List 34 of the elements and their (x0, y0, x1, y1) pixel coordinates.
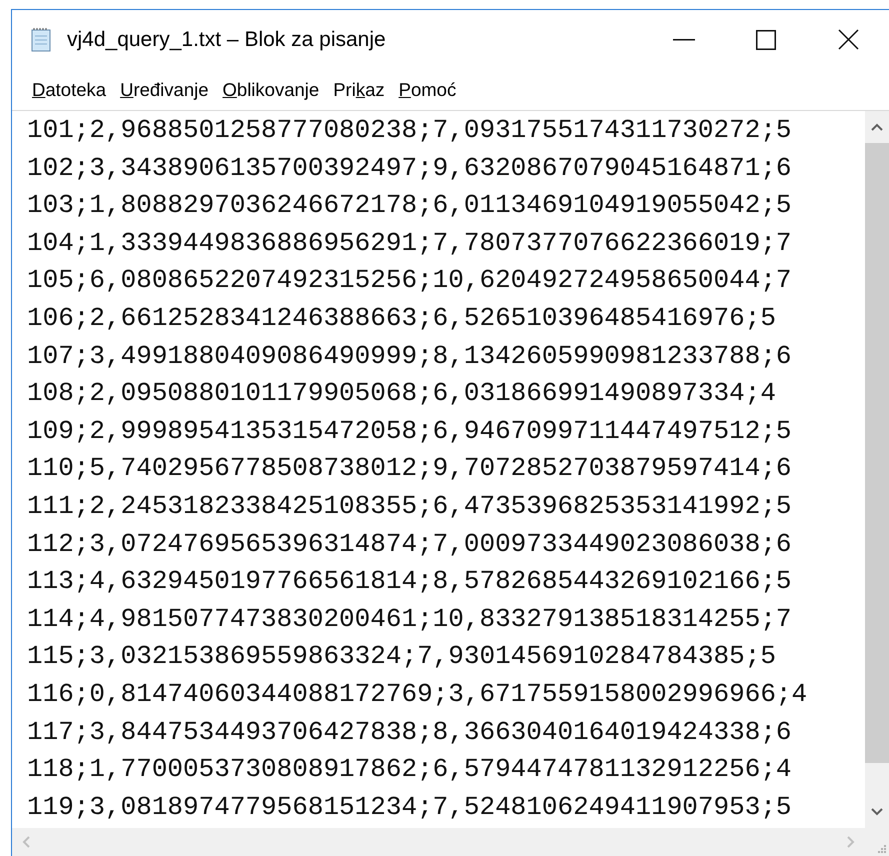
horizontal-scrollbar[interactable] (12, 828, 865, 856)
scroll-up-icon (871, 123, 883, 131)
resize-grip-icon (876, 843, 886, 853)
window-title: vj4d_query_1.txt – Blok za pisanje (67, 26, 386, 53)
text-line: 113;4,6329450197766561814;8,5782685443269102166;5 (27, 565, 792, 598)
menu-item[interactable]: Prikaz (327, 76, 391, 104)
maximize-icon (756, 30, 776, 50)
scroll-down-icon (871, 808, 883, 816)
text-line: 101;2,9688501258777080238;7,0931755174311730272;5 (27, 114, 792, 147)
text-line: 109;2,9998954135315472058;6,9467099711447497512;5 (27, 414, 792, 448)
text-line: 114;4,9815077473830200461;10,833279138518314255;7 (27, 602, 792, 636)
text-line: 110;5,7402956778508738012;9,7072852703879597414;6 (27, 452, 792, 486)
text-line: 118;1,7700053730808917862;6,5794474781132912256;4 (27, 753, 792, 786)
scroll-right-icon (847, 836, 855, 848)
text-line: 105;6,0808652207492315256;10,620492724958650044;7 (27, 264, 792, 298)
menu-item[interactable]: Pomoć (392, 76, 462, 104)
scroll-left-icon (22, 836, 30, 848)
text-line: 119;3,0818974779568151234;7,5248106249411907953;5 (27, 790, 792, 824)
menu-item[interactable]: Oblikovanje (216, 76, 326, 104)
menu-item[interactable]: Uređivanje (114, 76, 215, 104)
text-line: 115;3,032153869559863324;7,9301456910284784385;5 (27, 640, 776, 674)
text-line: 104;1,3339449836886956291;7,7807377076622366019;7 (27, 226, 792, 260)
text-line: 108;2,0950880101179905068;6,031866991490897334;4 (27, 377, 776, 410)
minimize-icon (673, 38, 695, 40)
text-line: 117;3,8447534493706427838;8,3663040164019424338;6 (27, 716, 792, 748)
text-line: 111;2,2453182338425108355;6,4735396825353141992;5 (27, 490, 792, 523)
text-line: 112;3,0724769565396314874;7,0009733449023086038;6 (27, 528, 792, 561)
close-icon (838, 29, 858, 50)
text-line: 116;0,81474060344088172769;3,6717559158002996966;4 (27, 678, 808, 711)
text-line: 106;2,6612528341246388663;6,526510396485416976;5 (27, 302, 776, 335)
text-line: 107;3,4991880409086490999;8,1342605990981233788;6 (27, 340, 792, 373)
menu-item[interactable]: Datoteka (26, 76, 112, 104)
text-line: 103;1,8088297036246672178;6,0113469104919055042;5 (27, 189, 792, 222)
text-line: 102;3,3438906135700392497;9,6320867079045164871;6 (27, 152, 792, 185)
